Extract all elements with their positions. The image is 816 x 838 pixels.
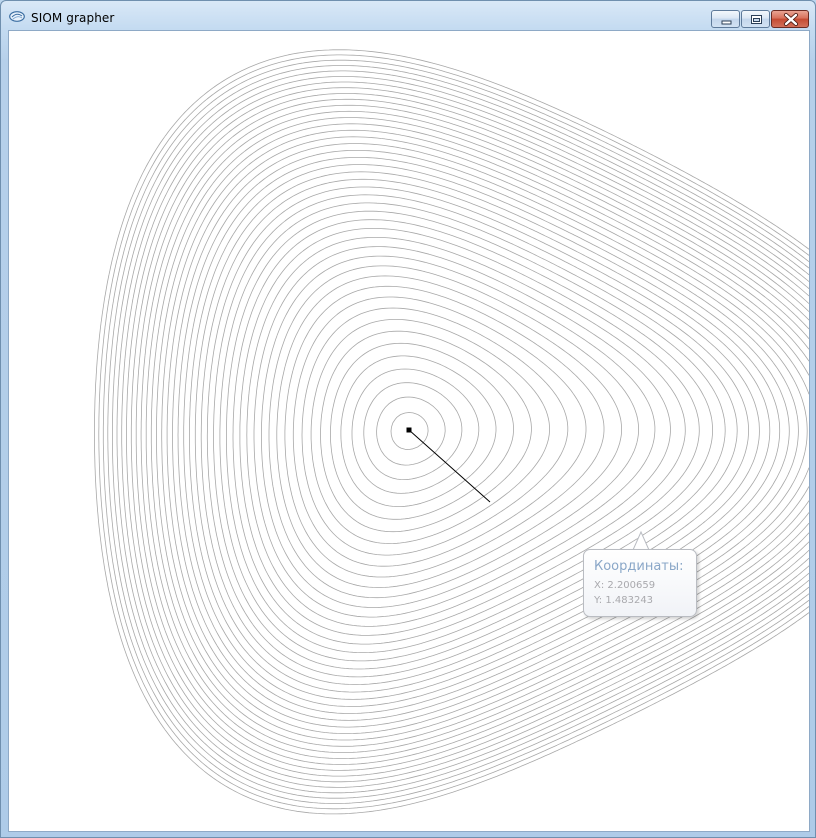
- contour-line: [140, 104, 809, 759]
- graph-canvas[interactable]: Координаты: X: 2.200659 Y: 1.483243: [9, 31, 809, 831]
- contour-line: [183, 157, 799, 707]
- contour-line: [172, 143, 809, 721]
- close-button[interactable]: [771, 10, 809, 28]
- tooltip-y-value: Y: 1.483243: [594, 595, 654, 606]
- contour-line: [112, 70, 809, 794]
- minimize-button[interactable]: [711, 10, 740, 28]
- contour-line: [292, 296, 587, 567]
- contour-line: [135, 98, 809, 765]
- contour-lines: [94, 49, 809, 815]
- coordinates-tooltip: Координаты: X: 2.200659 Y: 1.483243: [583, 530, 699, 619]
- title-bar[interactable]: SIOM grapher: [1, 1, 815, 31]
- maximize-icon: [751, 15, 762, 24]
- contour-line: [145, 110, 809, 753]
- tooltip-heading: Координаты:: [594, 559, 684, 574]
- close-icon: [784, 13, 798, 26]
- contour-line: [268, 265, 639, 599]
- tooltip-x-value: X: 2.200659: [594, 580, 656, 591]
- grapher-app-icon[interactable]: [9, 11, 25, 22]
- contour-line: [107, 65, 809, 799]
- contour-line: [330, 342, 514, 520]
- contour-line: [102, 59, 809, 804]
- app-window: SIOM grapher Координаты: X: 2.200659 Y: …: [0, 0, 816, 838]
- contour-plot[interactable]: [9, 31, 809, 831]
- tooltip-body: Координаты: X: 2.200659 Y: 1.483243: [583, 549, 697, 617]
- window-title: SIOM grapher: [31, 11, 115, 25]
- square-marker: [406, 427, 412, 433]
- contour-line: [301, 307, 569, 556]
- contour-line: [98, 54, 809, 810]
- minimize-icon: [721, 20, 732, 25]
- tooltip-pointer: [632, 530, 650, 551]
- maximize-button[interactable]: [741, 10, 770, 28]
